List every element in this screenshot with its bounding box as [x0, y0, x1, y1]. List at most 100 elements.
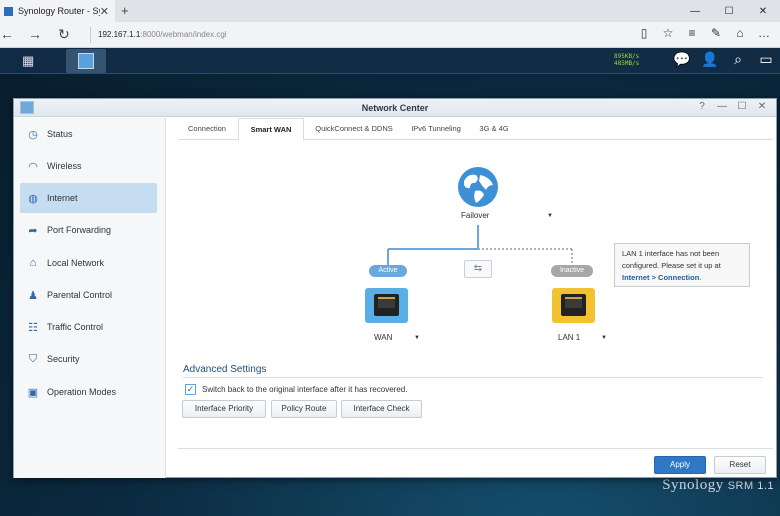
widgets-icon[interactable]: ▭: [752, 51, 780, 68]
help-icon[interactable]: ?: [692, 101, 712, 112]
user-icon[interactable]: 👤: [696, 51, 724, 68]
sidebar-item-wireless[interactable]: ◠ Wireless: [20, 151, 157, 181]
window-controls: ? — ☐ ✕: [692, 101, 772, 112]
download-speed: 485MB/s: [614, 60, 640, 67]
sidebar-item-local-network[interactable]: ⌂ Local Network: [20, 248, 157, 278]
sliders-icon: ☷: [28, 321, 38, 334]
gauge-icon: ◷: [28, 128, 38, 141]
shield-icon: ⛉: [28, 352, 38, 365]
synology-brand: Synology SRM 1.1: [662, 477, 774, 494]
address-separator: [90, 27, 91, 43]
favorite-star-icon[interactable]: ☆: [656, 26, 680, 40]
home-icon: ⌂: [29, 257, 37, 269]
main-menu-icon[interactable]: ▦: [22, 53, 34, 69]
sidebar-item-internet[interactable]: ◍ Internet: [20, 183, 157, 213]
close-tab-icon[interactable]: ✕: [100, 5, 109, 18]
sidebar-item-port-forwarding[interactable]: ➦ Port Forwarding: [20, 215, 157, 245]
wan-port-icon[interactable]: [365, 288, 408, 323]
lan-port-label[interactable]: LAN 1: [558, 333, 580, 342]
minimize-icon[interactable]: —: [678, 0, 712, 22]
search-icon[interactable]: ⌕: [724, 51, 752, 68]
tab-quickconnect-ddns[interactable]: QuickConnect & DDNS: [306, 118, 402, 140]
sidebar-item-parental-control[interactable]: ♟ Parental Control: [20, 280, 157, 310]
failover-dropdown-icon[interactable]: ▼: [547, 213, 553, 219]
network-center-app-icon: [78, 53, 94, 69]
reading-view-icon[interactable]: ▯: [632, 26, 656, 40]
tab-ipv6-tunneling[interactable]: IPv6 Tunneling: [404, 118, 468, 140]
sidebar-item-operation-modes[interactable]: ▣ Operation Modes: [20, 377, 157, 407]
failover-select[interactable]: Failover: [461, 211, 489, 220]
lan-config-tooltip: LAN 1 interface has not been configured.…: [614, 243, 750, 287]
notification-icon[interactable]: 💬: [668, 51, 696, 68]
ethernet-jack-icon: [561, 294, 586, 316]
sidebar-item-label: Local Network: [47, 258, 105, 268]
close-window-icon[interactable]: ✕: [746, 0, 780, 22]
wan-status-badge: Active: [369, 265, 407, 277]
sidebar-item-label: Status: [47, 129, 73, 139]
url-field[interactable]: 192.167.1.1:8000/webman/index.cgi: [98, 30, 227, 39]
wan-dropdown-icon[interactable]: ▼: [414, 335, 420, 341]
lan-port-icon[interactable]: [552, 288, 595, 323]
wifi-icon: ◠: [28, 160, 38, 173]
maximize-icon[interactable]: ☐: [732, 101, 752, 112]
arrow-forward-icon: ➦: [28, 224, 38, 237]
apply-button[interactable]: Apply: [654, 456, 706, 474]
tab-connection[interactable]: Connection: [178, 118, 236, 140]
sidebar-item-security[interactable]: ⛉ Security: [20, 344, 157, 374]
reset-button[interactable]: Reset: [714, 456, 766, 474]
window-titlebar[interactable]: Network Center ? — ☐ ✕: [14, 99, 776, 117]
wan-port-label[interactable]: WAN: [374, 333, 392, 342]
window-title: Network Center: [361, 103, 429, 113]
back-icon[interactable]: ←: [0, 26, 14, 42]
brand-product: SRM 1.1: [727, 480, 774, 492]
modes-icon: ▣: [27, 386, 39, 399]
browser-tab[interactable]: Synology Router - Syno ✕: [0, 0, 115, 22]
lan-dropdown-icon[interactable]: ▼: [601, 335, 607, 341]
footer-divider: [178, 448, 773, 449]
advanced-settings-title: Advanced Settings: [183, 364, 267, 375]
interface-priority-button[interactable]: Interface Priority: [182, 400, 266, 418]
brand-name: Synology: [662, 477, 724, 493]
browser-tab-bar: Synology Router - Syno ✕ + — ☐ ✕: [0, 0, 780, 22]
sidebar: ◷ Status ◠ Wireless ◍ Internet ➦ Port Fo…: [14, 118, 166, 478]
lan-status-badge: Inactive: [551, 265, 593, 277]
close-icon[interactable]: ✕: [752, 101, 772, 112]
network-center-window: Network Center ? — ☐ ✕ ◷ Status ◠ Wirele…: [13, 98, 777, 478]
sidebar-item-traffic-control[interactable]: ☷ Traffic Control: [20, 312, 157, 342]
more-icon[interactable]: …: [752, 26, 776, 40]
maximize-icon[interactable]: ☐: [712, 0, 746, 22]
interface-check-button[interactable]: Interface Check: [341, 400, 422, 418]
sidebar-item-label: Traffic Control: [47, 322, 104, 332]
sidebar-item-label: Port Forwarding: [47, 225, 112, 235]
minimize-icon[interactable]: —: [712, 101, 732, 112]
switch-back-option: ✓ Switch back to the original interface …: [185, 384, 407, 395]
web-note-icon[interactable]: ✎: [704, 26, 728, 40]
taskbar-network-center[interactable]: [66, 49, 106, 73]
new-tab-icon[interactable]: +: [121, 3, 129, 18]
smart-wan-panel: Failover ▼ Active ⇆ Inactive LAN 1 inter…: [178, 141, 773, 447]
sidebar-item-label: Parental Control: [47, 290, 113, 300]
tooltip-text: LAN 1 interface has not been configured.…: [622, 249, 721, 270]
policy-route-button[interactable]: Policy Route: [271, 400, 337, 418]
switch-back-checkbox[interactable]: ✓: [185, 384, 196, 395]
switch-back-label: Switch back to the original interface af…: [202, 385, 408, 394]
speed-meter: 895KB/s 485MB/s: [614, 53, 639, 67]
url-path: :8000/webman/index.cgi: [140, 30, 227, 39]
window-controls: — ☐ ✕: [678, 0, 780, 22]
synology-favicon-icon: [4, 6, 13, 16]
hub-icon[interactable]: ≡: [680, 26, 704, 40]
tab-smart-wan[interactable]: Smart WAN: [238, 118, 304, 141]
internet-globe-icon: [458, 167, 498, 207]
ethernet-jack-icon: [374, 294, 399, 316]
swap-interfaces-button[interactable]: ⇆: [464, 260, 492, 278]
browser-toolbar: ▯ ☆ ≡ ✎ ⌂ …: [632, 26, 776, 40]
srm-taskbar: ▦ 895KB/s 485MB/s 💬 👤 ⌕ ▭: [0, 48, 780, 74]
tab-3g-4g[interactable]: 3G & 4G: [470, 118, 518, 140]
share-icon[interactable]: ⌂: [728, 26, 752, 40]
forward-icon[interactable]: →: [28, 26, 42, 42]
internet-connection-link[interactable]: Internet > Connection: [622, 273, 699, 282]
refresh-icon[interactable]: ↻: [58, 26, 70, 43]
sidebar-item-status[interactable]: ◷ Status: [20, 119, 157, 149]
sidebar-item-label: Security: [47, 354, 80, 364]
section-divider: [183, 377, 763, 378]
